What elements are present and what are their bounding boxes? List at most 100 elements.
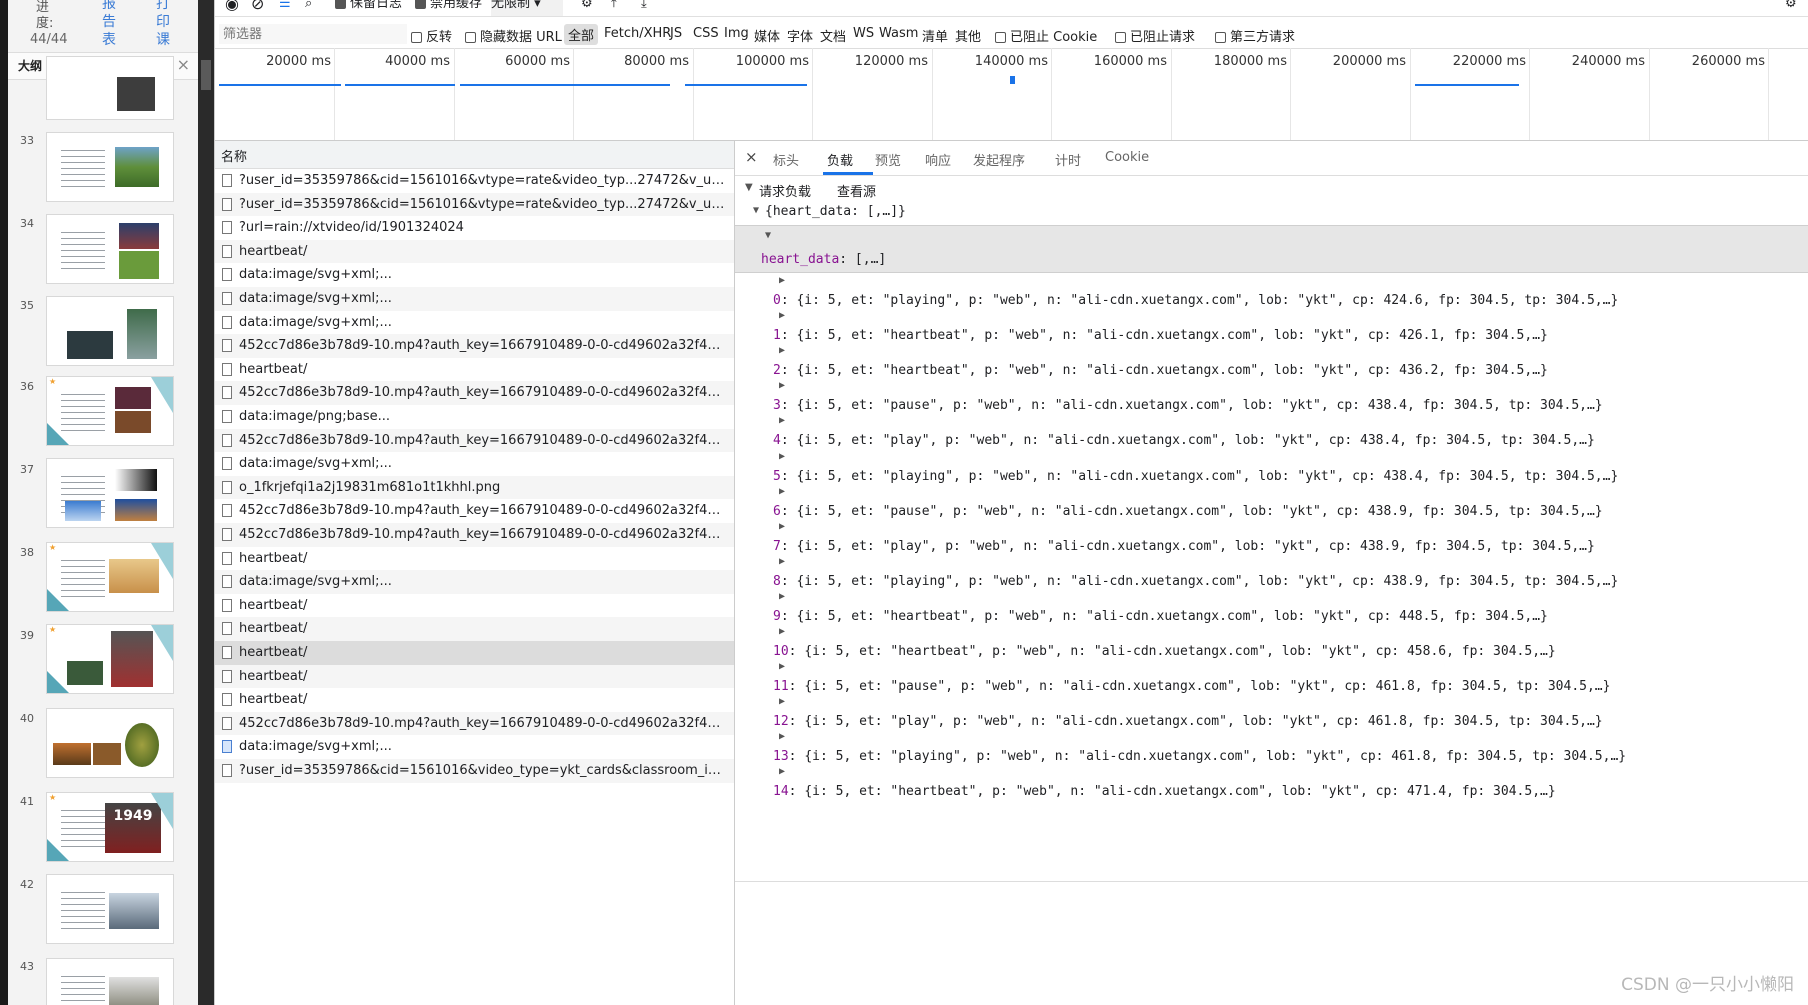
slide-thumb[interactable]: ★ xyxy=(46,624,174,694)
scrollbar-thumb[interactable] xyxy=(201,60,211,90)
request-row[interactable]: ?user_id=35359786&cid=1561016&video_type… xyxy=(215,759,734,783)
search-icon[interactable]: ⌕ xyxy=(305,0,312,16)
request-row[interactable]: heartbeat/ xyxy=(215,594,734,618)
view-source-link[interactable]: 查看源 xyxy=(837,181,876,200)
expand-arrow-icon[interactable]: ▶ xyxy=(779,556,785,567)
heart-data-entry[interactable]: ▶ 2: {i: 5, et: "heartbeat", p: "web", n:… xyxy=(735,345,1808,385)
tab-cookies[interactable]: Cookie xyxy=(1105,150,1149,165)
slide-thumb[interactable]: ★ 1949 xyxy=(46,792,174,862)
request-row[interactable]: 452cc7d86e3b78d9-10.mp4?auth_key=1667910… xyxy=(215,428,734,453)
expand-arrow-icon[interactable]: ▶ xyxy=(779,521,785,532)
slide-thumb[interactable] xyxy=(46,458,174,528)
expand-arrow-icon[interactable]: ▶ xyxy=(779,415,785,426)
print-link-char-2[interactable]: 印 xyxy=(156,12,170,32)
request-row[interactable]: data:image/svg+xml;... xyxy=(215,735,734,759)
name-column-header[interactable]: 名称 xyxy=(215,141,734,169)
heart-data-entry[interactable]: ▶ 5: {i: 5, et: "playing", p: "web", n: "… xyxy=(735,451,1808,491)
expand-arrow-icon[interactable]: ▶ xyxy=(779,486,785,497)
tab-initiator[interactable]: 发起程序 xyxy=(973,150,1025,169)
type-filter-img[interactable]: Img xyxy=(724,26,749,41)
expand-arrow-icon[interactable]: ▶ xyxy=(779,626,785,637)
request-row[interactable]: ?user_id=35359786&cid=1561016&vtype=rate… xyxy=(215,169,734,193)
tab-preview[interactable]: 预览 xyxy=(875,150,901,169)
request-row[interactable]: ?url=rain://xtvideo/id/1901324024 xyxy=(215,216,734,240)
expand-arrow-icon[interactable]: ▶ xyxy=(779,310,785,321)
request-row[interactable]: ?user_id=35359786&cid=1561016&vtype=rate… xyxy=(215,192,734,217)
timeline-overview[interactable]: 20000 ms 40000 ms 60000 ms 80000 ms 1000… xyxy=(215,48,1808,141)
blocked-cookies-checkbox[interactable]: 已阻止 Cookie xyxy=(995,26,1097,45)
print-link-char-3[interactable]: 课 xyxy=(156,30,170,50)
heart-data-entry[interactable]: ▶ 11: {i: 5, et: "pause", p: "web", n: "a… xyxy=(735,661,1808,701)
request-row[interactable]: heartbeat/ xyxy=(215,688,734,712)
slide-thumb[interactable] xyxy=(46,708,174,778)
heart-data-entry[interactable]: ▶ 7: {i: 5, et: "play", p: "web", n: "ali… xyxy=(735,521,1808,561)
type-filter-js[interactable]: JS xyxy=(670,26,682,41)
network-conditions-icon[interactable]: ⚙ xyxy=(581,0,593,16)
tab-timing[interactable]: 计时 xyxy=(1055,150,1081,169)
heart-data-entry[interactable]: ▶ 3: {i: 5, et: "pause", p: "web", n: "al… xyxy=(735,380,1808,420)
type-filter-font[interactable]: 字体 xyxy=(787,26,813,45)
slide-thumb[interactable] xyxy=(46,56,174,120)
request-row[interactable]: heartbeat/ xyxy=(215,239,734,264)
slide-thumb[interactable] xyxy=(46,874,174,944)
request-row[interactable]: data:image/svg+xml;... xyxy=(215,287,734,311)
request-row[interactable]: data:image/svg+xml;... xyxy=(215,570,734,594)
invert-checkbox[interactable]: 反转 xyxy=(411,26,452,45)
request-row[interactable]: 452cc7d86e3b78d9-10.mp4?auth_key=1667910… xyxy=(215,523,734,547)
type-filter-all[interactable]: 全部 xyxy=(564,24,599,45)
expand-arrow-icon[interactable]: ▶ xyxy=(779,661,785,672)
slide-thumb[interactable] xyxy=(46,214,174,284)
request-row[interactable]: 452cc7d86e3b78d9-10.mp4?auth_key=1667910… xyxy=(215,334,734,358)
third-party-checkbox[interactable]: 第三方请求 xyxy=(1215,26,1295,45)
request-payload-section[interactable]: ▼ 请求负载 查看源 xyxy=(735,179,1808,201)
type-filter-doc[interactable]: 文档 xyxy=(820,26,846,45)
slide-thumb[interactable] xyxy=(46,958,174,1005)
close-details-icon[interactable]: × xyxy=(745,148,758,166)
sidebar-scrollbar[interactable] xyxy=(198,0,214,1005)
heart-data-entry[interactable]: ▶ 13: {i: 5, et: "playing", p: "web", n: … xyxy=(735,731,1808,771)
record-icon[interactable]: ◉ xyxy=(225,0,239,16)
request-row[interactable]: data:image/svg+xml;... xyxy=(215,311,734,335)
request-row[interactable]: heartbeat/ xyxy=(215,664,734,689)
heart-data-entry[interactable]: ▶ 0: {i: 5, et: "playing", p: "web", n: "… xyxy=(735,275,1808,315)
report-link-char-3[interactable]: 表 xyxy=(102,30,116,50)
type-filter-css[interactable]: CSS xyxy=(693,26,719,41)
expand-arrow-icon[interactable]: ▶ xyxy=(779,451,785,462)
request-row[interactable]: heartbeat/ xyxy=(215,617,734,641)
request-row[interactable]: heartbeat/ xyxy=(215,358,734,382)
request-row[interactable]: data:image/svg+xml;... xyxy=(215,263,734,287)
expand-arrow-icon[interactable]: ▶ xyxy=(779,591,785,602)
request-row[interactable]: 452cc7d86e3b78d9-10.mp4?auth_key=1667910… xyxy=(215,499,734,523)
collapse-arrow-icon[interactable]: ▼ xyxy=(765,230,771,241)
type-filter-wasm[interactable]: Wasm xyxy=(879,26,918,41)
type-filter-other[interactable]: 其他 xyxy=(955,26,981,45)
close-outline-icon[interactable]: × xyxy=(177,55,190,74)
root-object-line[interactable]: ▼ {heart_data: [,…]} xyxy=(735,203,1808,223)
heart-data-entry[interactable]: ▶ 6: {i: 5, et: "pause", p: "web", n: "al… xyxy=(735,486,1808,526)
heart-data-entry[interactable]: ▶ 10: {i: 5, et: "heartbeat", p: "web", n… xyxy=(735,626,1808,666)
heart-data-entry[interactable]: ▶ 9: {i: 5, et: "heartbeat", p: "web", n:… xyxy=(735,591,1808,631)
import-icon[interactable]: ⤒ xyxy=(611,0,617,16)
heart-data-entry[interactable]: ▶ 12: {i: 5, et: "play", p: "web", n: "al… xyxy=(735,696,1808,736)
blocked-requests-checkbox[interactable]: 已阻止请求 xyxy=(1115,26,1195,45)
slide-thumb[interactable]: ★ xyxy=(46,376,174,446)
heart-data-entry[interactable]: ▶ 4: {i: 5, et: "play", p: "web", n: "ali… xyxy=(735,415,1808,455)
request-row[interactable]: data:image/png;base... xyxy=(215,405,734,429)
request-row[interactable]: data:image/svg+xml;... xyxy=(215,452,734,476)
tab-response[interactable]: 响应 xyxy=(925,150,951,169)
slide-thumb[interactable] xyxy=(46,296,174,366)
expand-arrow-icon[interactable]: ▶ xyxy=(779,766,785,777)
request-row[interactable]: 452cc7d86e3b78d9-10.mp4?auth_key=1667910… xyxy=(215,711,734,736)
collapse-arrow-icon[interactable]: ▼ xyxy=(745,182,753,193)
tab-headers[interactable]: 标头 xyxy=(773,150,799,169)
collapse-arrow-icon[interactable]: ▼ xyxy=(753,205,759,216)
tab-payload[interactable]: 负载 xyxy=(827,150,853,169)
expand-arrow-icon[interactable]: ▶ xyxy=(779,275,785,286)
filter-input[interactable] xyxy=(219,24,407,44)
heart-data-entry[interactable]: ▶ 1: {i: 5, et: "heartbeat", p: "web", n:… xyxy=(735,310,1808,350)
hide-data-url-checkbox[interactable]: 隐藏数据 URL xyxy=(465,26,562,45)
preserve-log-checkbox[interactable]: 保留日志 xyxy=(335,0,402,16)
heart-data-entry[interactable]: ▶ 14: {i: 5, et: "heartbeat", p: "web", n… xyxy=(735,766,1808,806)
request-row[interactable]: o_1fkrjefqi1a2j19831m681o1t1khhl.png xyxy=(215,475,734,500)
slide-thumb[interactable] xyxy=(46,132,174,202)
